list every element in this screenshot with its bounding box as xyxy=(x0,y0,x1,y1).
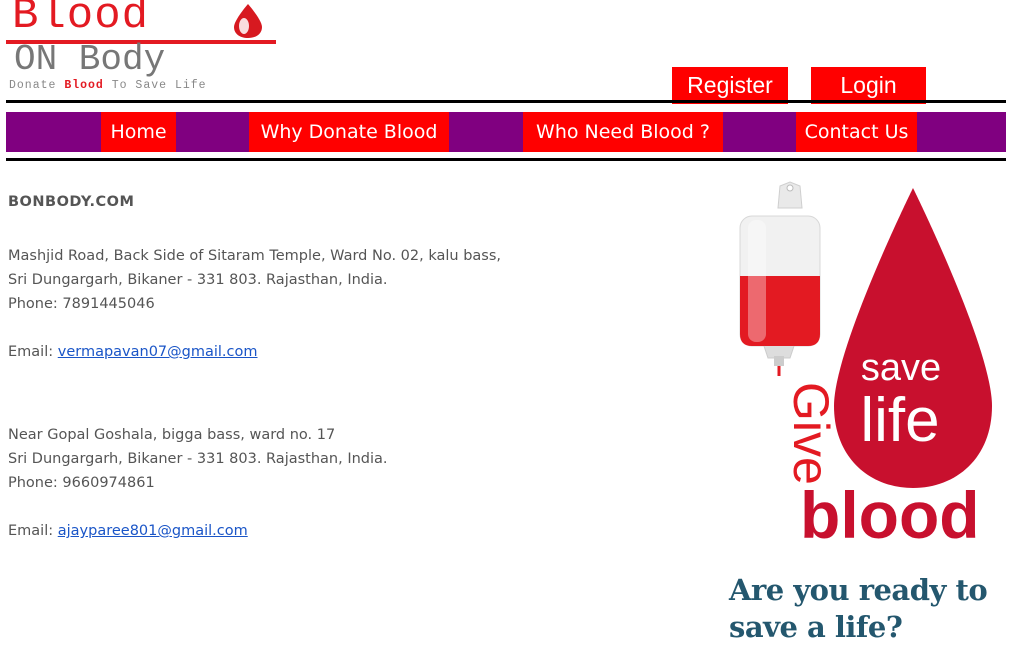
phone-value: 9660974861 xyxy=(62,475,155,491)
register-button[interactable]: Register xyxy=(672,67,788,104)
address1-phone: Phone: 7891445046 xyxy=(8,294,155,314)
phone-label: Phone: xyxy=(8,475,63,491)
email-label: Email: xyxy=(8,523,58,539)
site-name: BONBODY.COM xyxy=(8,194,135,210)
address2-email: Email: ajayparee801@gmail.com xyxy=(8,521,248,541)
email-link-2[interactable]: ajayparee801@gmail.com xyxy=(58,523,248,539)
blood-drop-icon xyxy=(234,4,262,38)
address1-email: Email: vermapavan07@gmail.com xyxy=(8,342,258,362)
blood-bag-icon xyxy=(739,181,821,376)
tagline-post: To Save Life xyxy=(103,79,207,92)
give-blood-graphic: save life Give blood xyxy=(739,181,992,552)
promo-blood: blood xyxy=(800,478,980,552)
site-logo[interactable]: Blood ON Body Donate Blood To Save Life xyxy=(6,0,278,96)
nav-item-why-donate-blood[interactable]: Why Donate Blood xyxy=(249,112,449,152)
header-divider-bottom xyxy=(6,158,1006,161)
nav-item-contact-us[interactable]: Contact Us xyxy=(796,112,917,152)
phone-label: Phone: xyxy=(8,296,63,312)
login-button[interactable]: Login xyxy=(811,67,926,104)
phone-value: 7891445046 xyxy=(62,296,155,312)
logo-tagline: Donate Blood To Save Life xyxy=(9,79,207,92)
headline-line1: Are you ready to xyxy=(729,573,988,607)
header-divider-top xyxy=(6,100,1006,103)
address2-line2: Sri Dungargarh, Bikaner - 331 803. Rajas… xyxy=(8,451,388,467)
promo-save: save xyxy=(861,347,941,389)
main-nav: Home Why Donate Blood Who Need Blood ? C… xyxy=(6,112,1006,152)
promo-headline: Are you ready to save a life? xyxy=(729,572,1009,646)
promo-life: life xyxy=(860,386,939,455)
address2-phone: Phone: 9660974861 xyxy=(8,473,155,493)
tagline-pre: Donate xyxy=(9,79,65,92)
address1-line1: Mashjid Road, Back Side of Sitaram Templ… xyxy=(8,248,501,264)
headline-line2: save a life? xyxy=(729,610,903,644)
address1-line2: Sri Dungargarh, Bikaner - 331 803. Rajas… xyxy=(8,272,388,288)
logo-subtitle: ON Body xyxy=(14,39,166,80)
address2-line1: Near Gopal Goshala, bigga bass, ward no.… xyxy=(8,427,336,443)
nav-item-who-need-blood[interactable]: Who Need Blood ? xyxy=(523,112,723,152)
email-label: Email: xyxy=(8,344,58,360)
email-link-1[interactable]: vermapavan07@gmail.com xyxy=(58,344,258,360)
promo-give: Give xyxy=(783,382,839,485)
tagline-bold: Blood xyxy=(64,79,104,92)
nav-item-home[interactable]: Home xyxy=(101,112,176,152)
logo-title: Blood xyxy=(12,0,150,41)
